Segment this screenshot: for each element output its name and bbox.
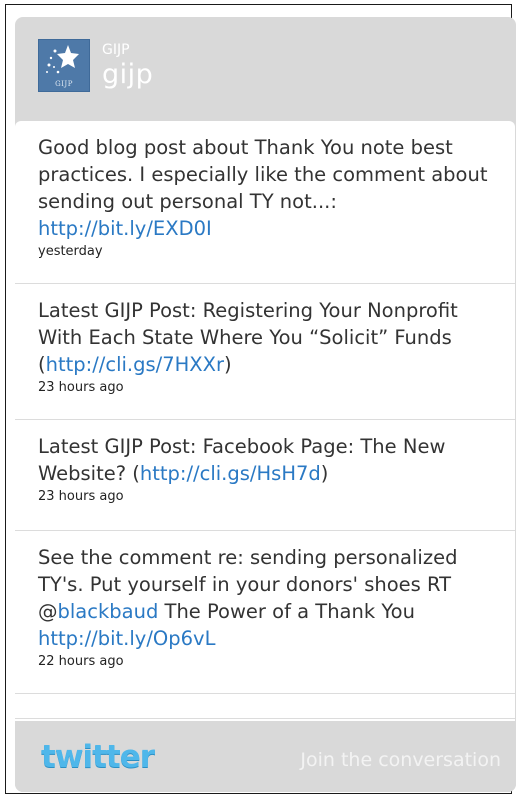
account-name: GIJP — [102, 42, 130, 58]
tweet-timestamp[interactable]: 22 hours ago — [38, 654, 491, 669]
join-conversation-link[interactable]: Join the conversation — [300, 749, 501, 771]
profile-avatar[interactable]: GIJP — [38, 39, 90, 92]
tweet-link[interactable]: http://bit.ly/Op6vL — [38, 627, 215, 650]
widget-footer: twitter Join the conversation — [15, 722, 516, 792]
tweet-item: Latest GIJP Post: Registering Your Nonpr… — [15, 284, 515, 420]
tweet-link[interactable]: http://cli.gs/7HXXr — [46, 353, 224, 376]
tweet-item-partial — [15, 694, 515, 719]
twitter-logo[interactable]: twitter — [41, 739, 155, 775]
tweet-mention-link[interactable]: blackbaud — [58, 600, 159, 623]
tweet-body-end: ) — [320, 462, 329, 485]
logo-caption: GIJP — [55, 80, 73, 88]
tweet-item: Good blog post about Thank You note best… — [15, 121, 515, 284]
tweet-link[interactable]: http://bit.ly/EXD0I — [38, 217, 212, 240]
tweet-text: See the comment re: sending personalized… — [38, 544, 491, 652]
twitter-widget: GIJP GIJP gijp Good blog post about Than… — [15, 17, 516, 792]
tweet-body-cont: The Power of a Thank You — [158, 600, 415, 623]
tweet-link[interactable]: http://cli.gs/HsH7d — [140, 462, 321, 485]
account-username[interactable]: gijp — [102, 59, 153, 90]
tweet-item: Latest GIJP Post: Facebook Page: The New… — [15, 420, 515, 531]
widget-header: GIJP GIJP gijp — [15, 17, 516, 119]
tweet-body-end: ) — [224, 353, 232, 376]
tweet-timestamp[interactable]: 23 hours ago — [38, 489, 491, 504]
tweet-timestamp[interactable]: yesterday — [38, 244, 491, 259]
tweet-item: See the comment re: sending personalized… — [15, 531, 515, 694]
tweet-text: Latest GIJP Post: Facebook Page: The New… — [38, 433, 491, 487]
tweet-text: Latest GIJP Post: Registering Your Nonpr… — [38, 297, 491, 378]
tweet-feed[interactable]: Good blog post about Thank You note best… — [15, 121, 515, 721]
tweet-body: Good blog post about Thank You note best… — [38, 136, 488, 213]
tweet-text: Good blog post about Thank You note best… — [38, 134, 491, 242]
tweet-timestamp[interactable]: 23 hours ago — [38, 380, 491, 395]
